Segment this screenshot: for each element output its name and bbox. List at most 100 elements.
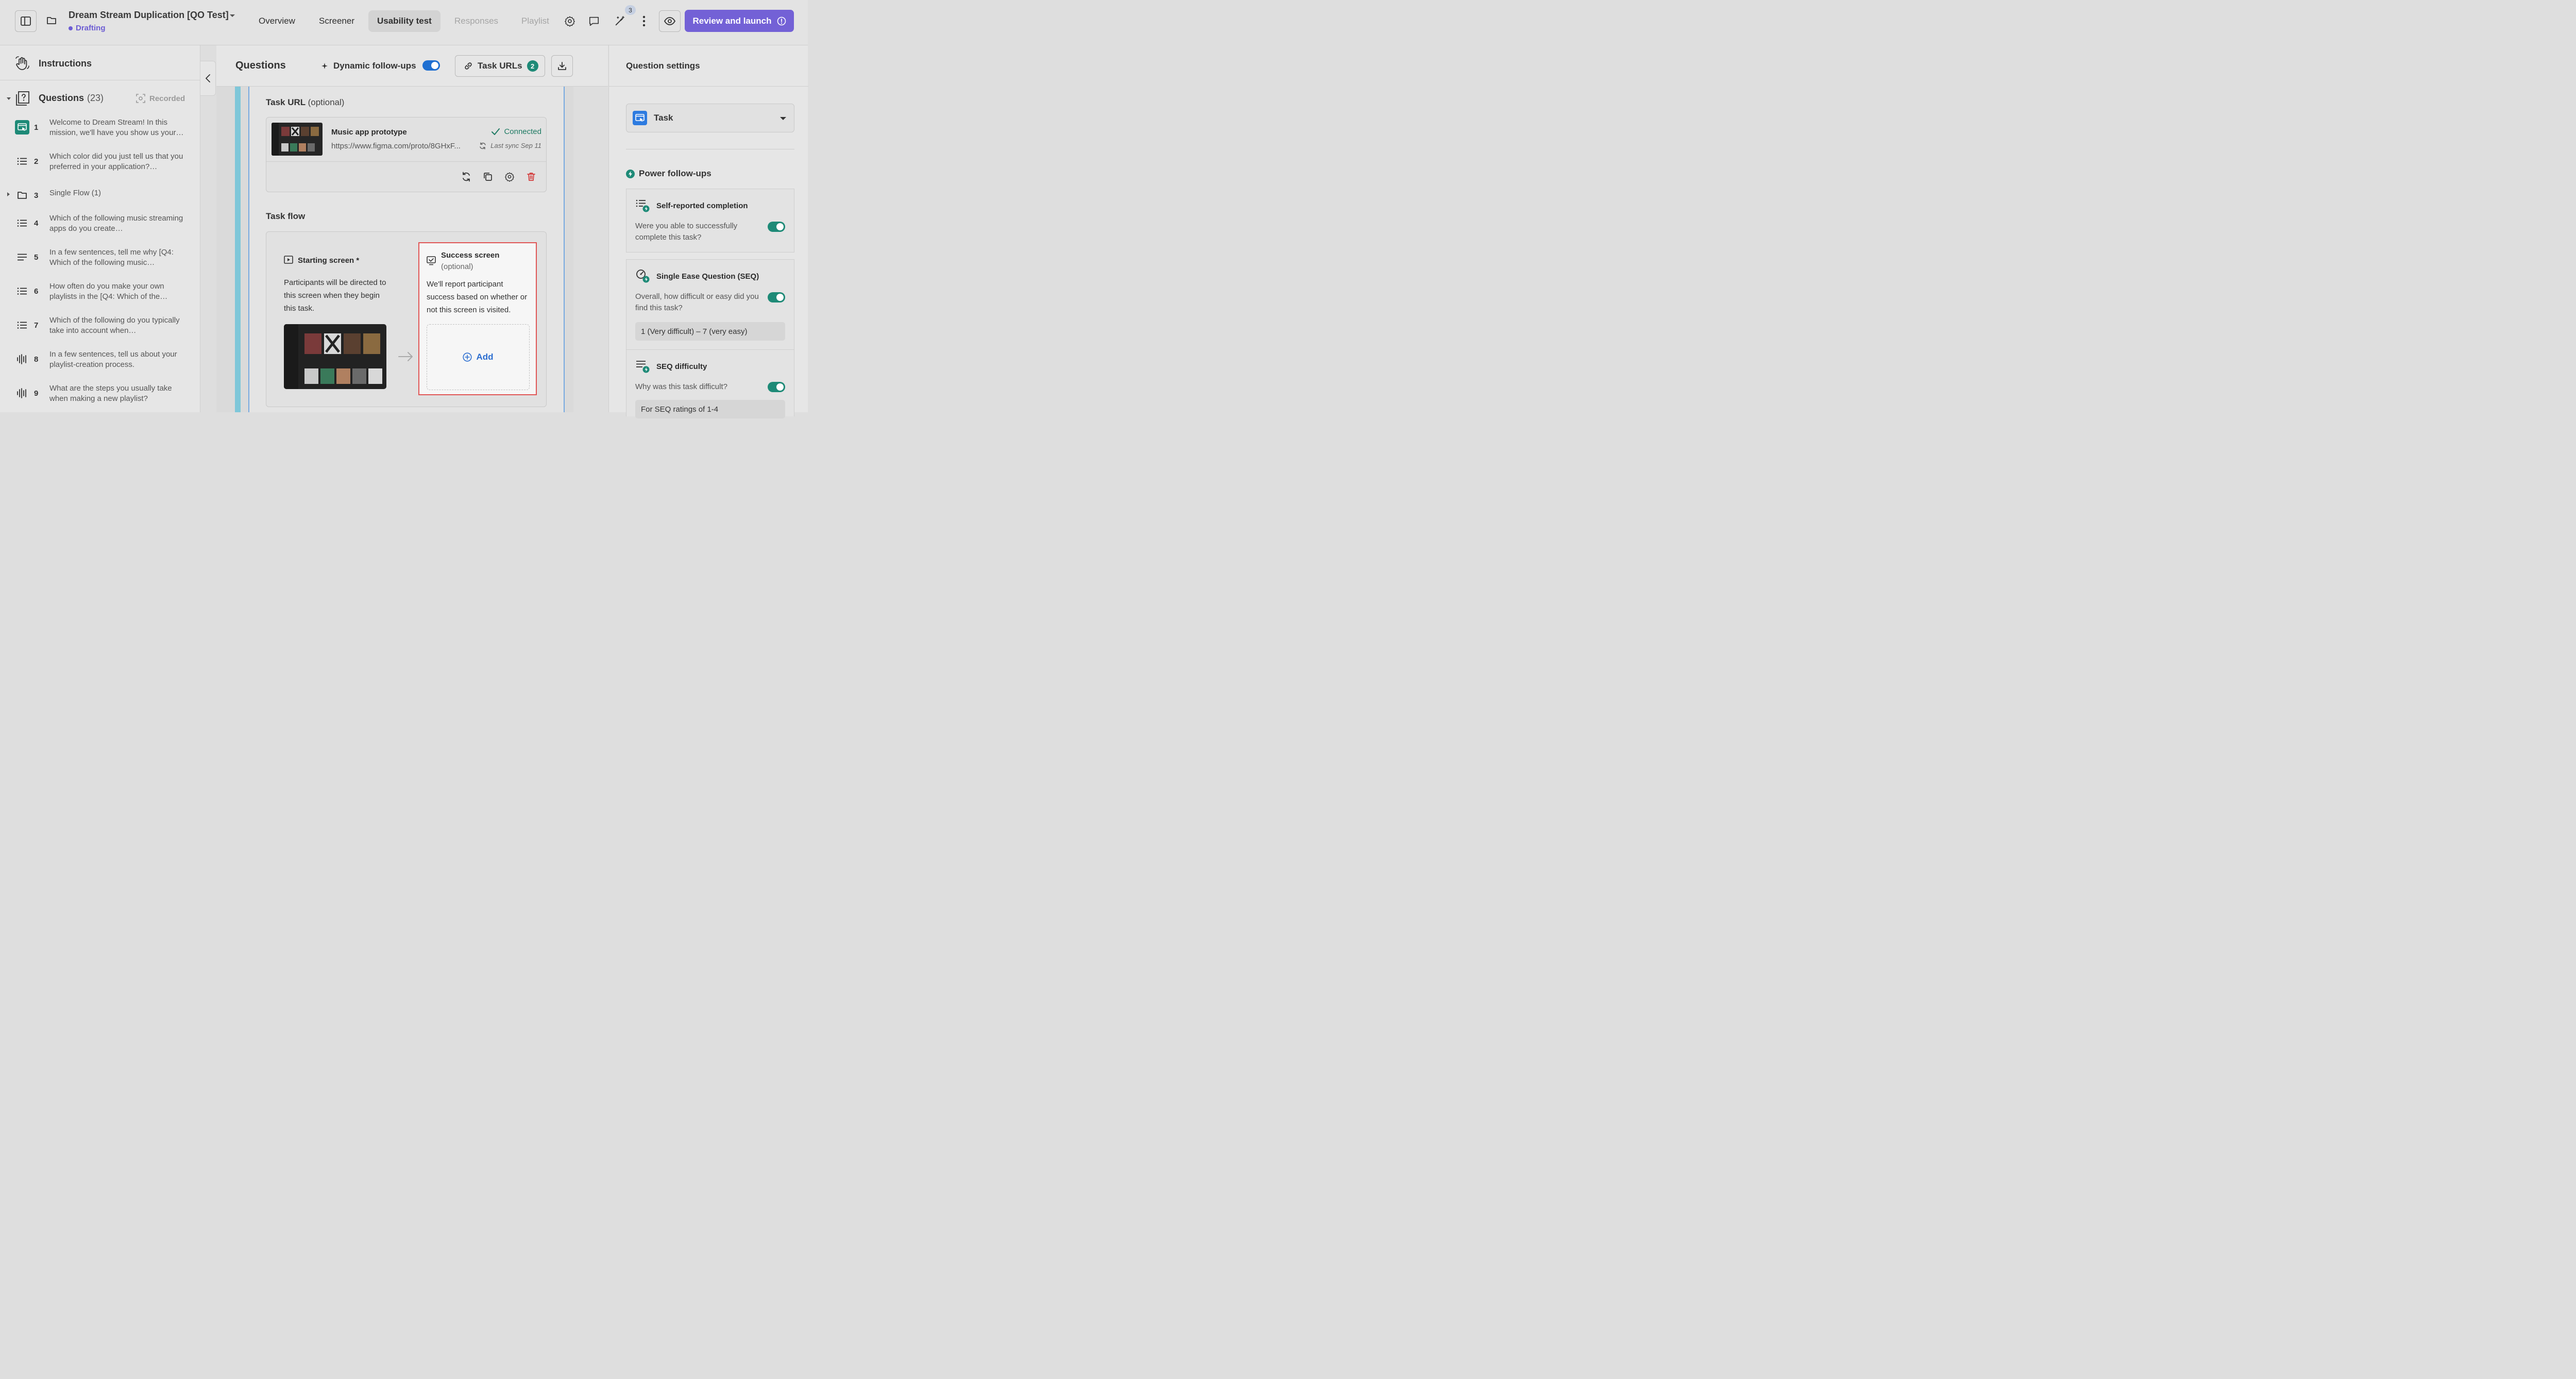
gear-icon [505,172,514,182]
panel-icon [21,16,31,26]
question-item[interactable]: 7 Which of the following do you typicall… [0,315,200,346]
tab-playlist[interactable]: Playlist [521,10,549,32]
seq-scale-field[interactable]: 1 (Very difficult) – 7 (very easy) [635,322,785,341]
question-item[interactable]: 6 How often do you make your own playlis… [0,281,200,312]
preview-button[interactable] [659,10,681,32]
sparkle-icon [321,63,328,69]
delete-button[interactable] [526,171,537,182]
starting-screen-heading: Starting screen * [284,256,359,265]
starting-screen-thumbnail[interactable] [284,324,386,389]
questions-count: (23) [87,93,104,103]
copy-button[interactable] [482,171,494,182]
folder-button[interactable] [44,13,59,28]
questions-sidebar: Instructions Questions (23) Recorded 1 We… [0,45,200,412]
question-item[interactable]: 8 In a few sentences, tell us about your… [0,349,200,380]
caret-right-icon[interactable] [7,192,10,197]
question-type-select[interactable]: Task [626,104,794,132]
dynamic-followups-toggle[interactable] [422,60,440,71]
last-sync: Last sync Sep 11 [479,142,541,149]
connection-status: Connected [492,127,541,136]
resync-button[interactable] [461,171,472,182]
comments-button[interactable] [587,14,601,28]
question-text: How often do you make your own playlists… [49,282,168,301]
task-url-label: Task URL [266,97,306,107]
followup-card: Self-reported completion Were you able t… [626,189,794,253]
question-text: Single Flow (1) [49,189,101,197]
selection-accent-bar [235,87,241,412]
questions-label: Questions (23) [39,93,104,104]
question-group-item[interactable]: 3 Single Flow (1) [0,186,200,216]
chevron-down-icon[interactable] [229,13,236,19]
record-icon [136,94,145,103]
task-icon [15,120,29,134]
ai-assist-button[interactable] [613,14,626,28]
question-item[interactable]: 9 What are the steps you usually take wh… [0,383,200,414]
followup-title: SEQ difficulty [656,362,707,371]
followup-title: Single Ease Question (SEQ) [656,272,759,281]
project-title[interactable]: Dream Stream Duplication [QO Test] [69,10,229,21]
settings-button[interactable] [563,14,577,28]
trash-icon [527,173,535,181]
tab-responses[interactable]: Responses [454,10,498,32]
prototype-thumbnail[interactable] [272,123,323,156]
question-item[interactable]: 4 Which of the following music streaming… [0,213,200,244]
toggle-knob [776,294,784,301]
list-icon [635,198,650,212]
tab-screener[interactable]: Screener [319,10,354,32]
status-label: Drafting [76,24,106,32]
more-options-button[interactable] [637,14,651,28]
question-item[interactable]: 5 In a few sentences, tell me why [Q4: W… [0,247,200,278]
more-vertical-icon [642,15,646,27]
status-dot [69,26,73,30]
question-settings-panel: Question settings Task Power follow-ups … [608,45,808,418]
caret-down-icon[interactable] [6,97,11,100]
refresh-icon [463,172,470,182]
followup-toggle[interactable] [768,292,785,302]
copy-icon [484,173,492,181]
followup-toggle[interactable] [768,222,785,232]
followup-card: SEQ difficulty Why was this task difficu… [626,349,794,418]
wave-hand-icon [14,56,30,71]
success-screen-panel: Success screen (optional) We'll report p… [418,242,537,395]
connection-status-label: Connected [504,127,541,136]
list-icon [15,154,29,169]
chevron-down-icon [779,116,787,121]
tab-usability-test[interactable]: Usability test [368,10,440,32]
tab-overview[interactable]: Overview [259,10,295,32]
download-button[interactable] [551,55,573,77]
question-text: In a few sentences, tell me why [Q4: Whi… [49,248,174,267]
folder-icon [47,17,56,24]
dynamic-followups-label: Dynamic follow-ups [333,61,416,71]
questions-title: Questions [235,60,286,71]
question-number: 8 [34,355,39,364]
recorded-indicator: Recorded [136,94,185,103]
gear-icon [565,16,575,27]
questions-header[interactable]: Questions (23) Recorded [0,90,200,107]
review-and-launch-button[interactable]: Review and launch [685,10,794,32]
seq-condition-field[interactable]: For SEQ ratings of 1-4 [635,400,785,418]
sidebar-toggle-button[interactable] [15,10,37,32]
add-success-screen-button[interactable]: Add [427,324,530,390]
question-number: 5 [34,253,39,262]
followup-description: Overall, how difficult or easy did you f… [635,292,759,312]
followup-description: Were you able to successfully complete t… [635,222,738,242]
collapse-sidebar-button[interactable] [200,61,216,96]
question-item[interactable]: 2 Which color did you just tell us that … [0,152,200,182]
play-screen-icon [284,256,293,264]
audio-icon [15,352,29,366]
gauge-icon [635,268,650,283]
divider [266,161,546,162]
prototype-name: Music app prototype [331,128,407,137]
task-urls-label: Task URLs [478,61,522,71]
instructions-item[interactable]: Instructions [0,45,200,80]
prototype-settings-button[interactable] [504,171,515,182]
task-urls-button[interactable]: Task URLs 2 [455,55,545,77]
prototype-card: Music app prototype https://www.figma.co… [266,117,547,192]
comment-icon [589,16,599,26]
question-number: 1 [34,123,39,132]
question-text: Welcome to Dream Stream! In this mission… [49,118,184,137]
prototype-url[interactable]: https://www.figma.com/proto/8GHxF... [331,142,470,150]
followup-toggle[interactable] [768,382,785,392]
bolt-icon [626,169,635,178]
question-item[interactable]: 1 Welcome to Dream Stream! In this missi… [0,117,200,148]
